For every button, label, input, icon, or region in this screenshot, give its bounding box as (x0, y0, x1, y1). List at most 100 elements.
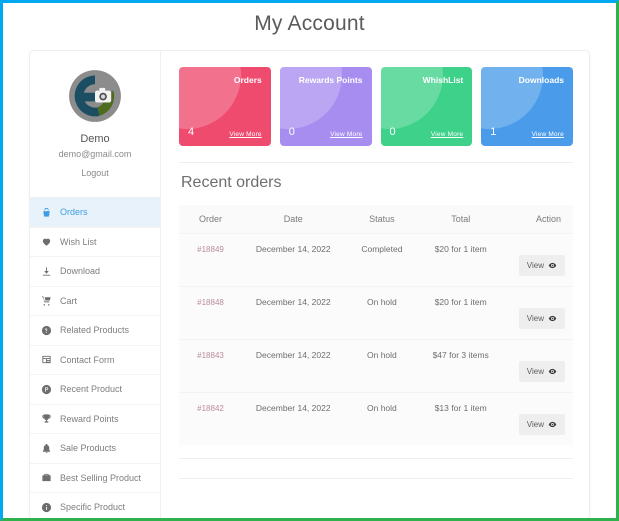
info-icon (40, 501, 52, 513)
recent-orders-heading: Recent orders (181, 174, 282, 191)
stat-card-count: 1 (490, 126, 497, 138)
table-footer-divider-1 (179, 458, 573, 459)
page-title: My Account (254, 12, 365, 35)
stat-card-footer: 4 View More (188, 127, 262, 139)
trophy-icon (40, 413, 52, 425)
browser-viewport-frame: My Account Demo demo@gmail.com Logout Or… (0, 0, 619, 521)
sidebar-item-specific-product[interactable]: Specific Product (30, 493, 160, 518)
cell-status: On hold (344, 392, 420, 445)
table-row: #18842 December 14, 2022 On hold $13 for… (179, 392, 573, 445)
sidebar-item-orders[interactable]: Orders (30, 198, 160, 228)
cell-total: $20 for 1 item (419, 233, 503, 287)
order-link[interactable]: #18842 (197, 404, 224, 413)
view-order-button[interactable]: View (518, 308, 565, 329)
cell-total: $13 for 1 item (419, 392, 503, 445)
table-row: #18848 December 14, 2022 On hold $20 for… (179, 286, 573, 340)
cell-total: $47 for 3 items (419, 339, 503, 393)
sidebar-item-label: Sale Products (60, 443, 117, 454)
p-circle-icon (40, 383, 52, 395)
stat-card-footer: 1 View More (490, 126, 564, 139)
logout-link[interactable]: Logout (81, 168, 109, 178)
profile-email: demo@gmail.com (58, 149, 132, 159)
recent-orders-table: Order Date Status Total Action #18849 De… (179, 205, 573, 445)
cell-order: #18849 (179, 233, 243, 287)
eye-icon (548, 367, 557, 376)
eye-icon (548, 314, 557, 323)
account-content: Orders 4 View More Rewards Points 0 View… (161, 51, 589, 518)
table-body: #18849 December 14, 2022 Completed $20 f… (179, 233, 573, 445)
view-button-label: View (526, 367, 544, 376)
cell-status: Completed (344, 233, 420, 287)
view-order-button[interactable]: View (518, 361, 565, 382)
cell-order: #18848 (179, 286, 243, 340)
view-more-link[interactable]: View More (229, 131, 261, 138)
cell-date: December 14, 2022 (242, 339, 345, 393)
sidebar-item-label: Recent Product (60, 384, 123, 395)
table-head: Order Date Status Total Action (179, 205, 573, 234)
sidebar-item-label: Reward Points (60, 413, 119, 424)
stat-card-downloads[interactable]: Downloads 1 View More (481, 67, 573, 146)
order-link[interactable]: #18849 (197, 245, 224, 254)
table-row: #18849 December 14, 2022 Completed $20 f… (179, 233, 573, 287)
form-icon (40, 354, 52, 366)
download-icon (40, 265, 52, 277)
stat-card-label: Rewards Points (298, 75, 363, 85)
sidebar-item-best-selling-product[interactable]: Best Selling Product (30, 464, 160, 493)
view-more-link[interactable]: View More (431, 131, 463, 138)
sidebar-item-wish-list[interactable]: Wish List (30, 228, 160, 257)
profile-name: Demo (80, 133, 110, 145)
sidebar-item-sale-products[interactable]: Sale Products (30, 434, 160, 464)
column-header-order: Order (179, 205, 243, 234)
view-button-label: View (526, 261, 544, 270)
sidebar-item-contact-form[interactable]: Contact Form (30, 346, 160, 375)
sidebar-item-related-products[interactable]: Related Products (30, 316, 160, 346)
stat-card-count: 0 (288, 126, 295, 138)
view-more-link[interactable]: View More (330, 131, 362, 138)
stat-card-orders[interactable]: Orders 4 View More (179, 67, 271, 146)
table-header-row: Order Date Status Total Action (179, 205, 573, 234)
order-link[interactable]: #18848 (197, 298, 224, 307)
stat-cards: Orders 4 View More Rewards Points 0 View… (179, 67, 573, 146)
question-icon (40, 324, 52, 336)
sidebar-item-label: Cart (60, 295, 78, 306)
cell-action: View (502, 286, 573, 340)
cell-order: #18843 (179, 339, 243, 393)
view-button-label: View (526, 420, 544, 429)
sidebar-item-label: Specific Product (60, 502, 126, 513)
column-header-action: Action (502, 205, 573, 234)
profile-block: Demo demo@gmail.com Logout (30, 51, 160, 198)
cell-date: December 14, 2022 (242, 392, 345, 445)
sidebar-menu: Orders Wish List Download Cart Related P… (30, 198, 160, 518)
account-panel: Demo demo@gmail.com Logout Orders Wish L… (29, 50, 590, 518)
sidebar-item-label: Orders (60, 207, 88, 218)
sidebar-item-label: Contact Form (60, 354, 115, 365)
view-button-label: View (526, 314, 544, 323)
stat-card-label: WhishList (422, 75, 464, 85)
stat-card-footer: 0 View More (288, 126, 363, 139)
view-order-button[interactable]: View (518, 255, 565, 276)
cell-order: #18842 (179, 392, 243, 445)
sidebar-item-recent-product[interactable]: Recent Product (30, 375, 160, 405)
stat-card-label: Downloads (518, 75, 564, 85)
view-more-link[interactable]: View More (532, 131, 564, 138)
view-order-button[interactable]: View (518, 414, 565, 435)
sidebar-item-label: Best Selling Product (60, 472, 142, 483)
column-header-total: Total (419, 205, 503, 234)
order-link[interactable]: #18843 (197, 351, 224, 360)
sidebar-item-reward-points[interactable]: Reward Points (30, 405, 160, 434)
sidebar-item-download[interactable]: Download (30, 257, 160, 287)
sidebar-item-label: Wish List (60, 236, 97, 247)
sidebar-item-label: Related Products (60, 325, 130, 336)
table-row: #18843 December 14, 2022 On hold $47 for… (179, 339, 573, 393)
stat-card-count: 0 (389, 126, 396, 138)
stat-card-whishlist[interactable]: WhishList 0 View More (380, 67, 473, 146)
eye-icon (548, 261, 557, 270)
account-sidebar: Demo demo@gmail.com Logout Orders Wish L… (30, 51, 161, 518)
cart-icon (40, 295, 52, 307)
stat-card-rewards-points[interactable]: Rewards Points 0 View More (279, 67, 372, 146)
eye-icon (548, 420, 557, 429)
stat-card-label: Orders (233, 75, 262, 85)
sidebar-item-cart[interactable]: Cart (30, 287, 160, 316)
basket-icon (40, 206, 52, 218)
column-header-date: Date (242, 205, 345, 234)
